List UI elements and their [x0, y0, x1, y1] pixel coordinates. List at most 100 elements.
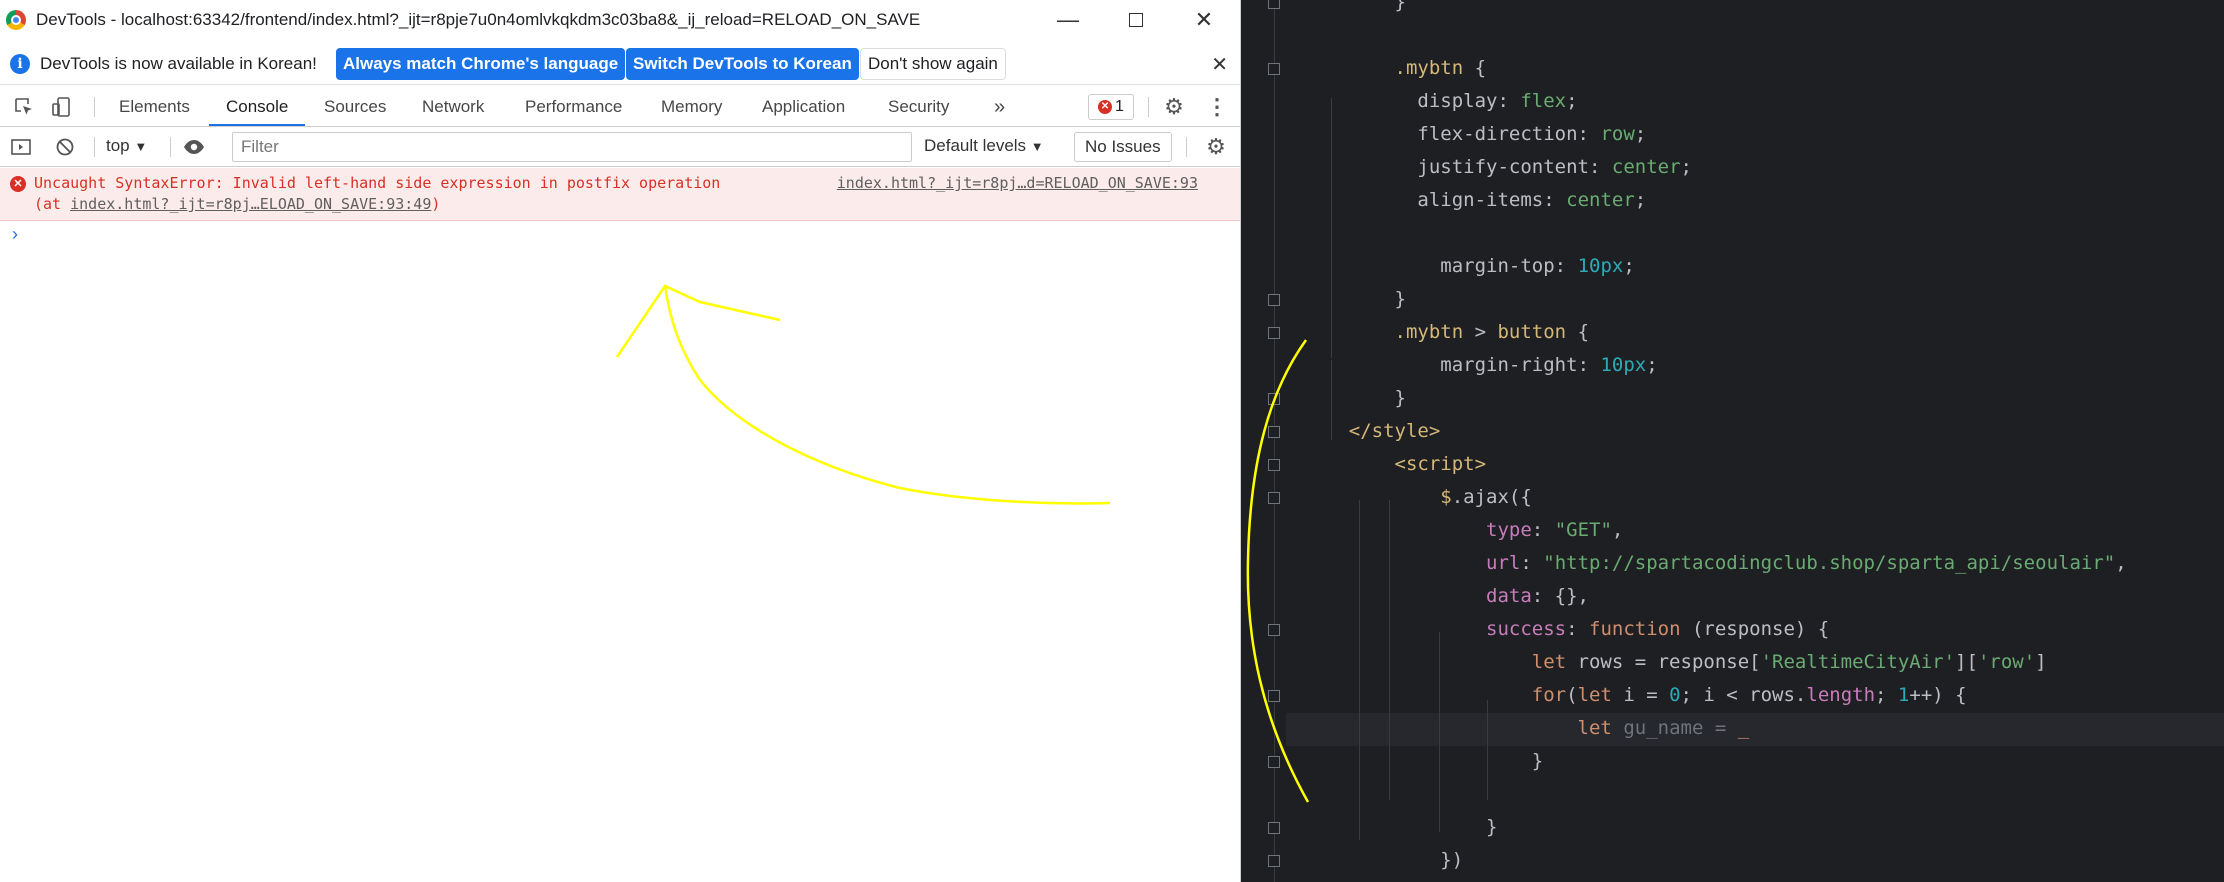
sidebar-toggle-icon[interactable] [10, 136, 32, 158]
code-token: type [1486, 519, 1532, 541]
code-token: flex-direction [1417, 123, 1578, 145]
code-line[interactable]: let rows = response['RealtimeCityAir']['… [1303, 646, 2047, 679]
fold-marker-icon[interactable] [1268, 624, 1280, 636]
fold-marker-icon[interactable] [1268, 63, 1280, 75]
context-value: top [106, 136, 130, 155]
tab-memory[interactable]: Memory [661, 88, 722, 126]
fold-marker-icon[interactable] [1268, 690, 1280, 702]
error-count-badge[interactable]: ✕ 1 [1088, 94, 1134, 120]
tab-sources[interactable]: Sources [324, 88, 386, 126]
tab-elements[interactable]: Elements [119, 88, 190, 126]
code-token: 0 [1669, 684, 1681, 706]
fold-marker-icon[interactable] [1268, 327, 1280, 339]
code-line[interactable]: .mybtn > button { [1303, 316, 1590, 349]
stack-prefix: (at [34, 195, 71, 213]
code-token: : [1531, 519, 1555, 541]
tab-security[interactable]: Security [888, 88, 949, 126]
code-line[interactable]: url: "http://spartacodingclub.shop/spart… [1303, 547, 2127, 580]
tab-console[interactable]: Console [209, 88, 306, 126]
language-infobar: i DevTools is now available in Korean! A… [0, 44, 1240, 85]
chrome-logo-icon [6, 10, 26, 30]
code-token: margin-right [1440, 354, 1578, 376]
console-prompt-chevron-icon[interactable]: › [12, 224, 18, 245]
code-token: ; [1875, 684, 1898, 706]
fold-marker-icon[interactable] [1268, 822, 1280, 834]
code-token: i = [1611, 684, 1670, 706]
code-line[interactable]: data: {}, [1303, 580, 1589, 613]
code-line[interactable]: $.ajax({ [1303, 481, 1532, 514]
code-line[interactable]: </style> [1303, 415, 1441, 448]
divider [1148, 97, 1149, 117]
title-bar: DevTools - localhost:63342/frontend/inde… [0, 0, 1240, 40]
live-expression-eye-icon[interactable] [183, 136, 205, 158]
code-line[interactable]: for(let i = 0; i < rows.length; 1++) { [1303, 679, 1967, 712]
dont-show-again-button[interactable]: Don't show again [860, 48, 1006, 80]
tab-network[interactable]: Network [422, 88, 484, 126]
filter-input[interactable]: Filter [232, 132, 912, 162]
fold-marker-icon[interactable] [1268, 492, 1280, 504]
code-token: ( [1566, 684, 1578, 706]
issues-button[interactable]: No Issues [1074, 132, 1172, 162]
code-token: }) [1440, 849, 1464, 871]
code-line[interactable]: <script> [1303, 448, 1487, 481]
fold-marker-icon[interactable] [1268, 426, 1280, 438]
code-line[interactable]: align-items: center; [1303, 184, 1646, 217]
minimize-button[interactable]: — [1036, 0, 1100, 40]
stack-link[interactable]: index.html?_ijt=r8pj…ELOAD_ON_SAVE:93:49 [70, 195, 431, 213]
close-button[interactable]: ✕ [1172, 0, 1236, 40]
code-line[interactable]: let gu_name = _ [1303, 712, 1750, 745]
code-token: .mybtn [1394, 321, 1464, 343]
more-options-icon[interactable]: ⋮ [1206, 96, 1228, 118]
always-match-language-button[interactable]: Always match Chrome's language [336, 48, 626, 80]
switch-to-korean-button[interactable]: Switch DevTools to Korean [626, 48, 859, 80]
tab-application[interactable]: Application [762, 88, 845, 126]
code-line[interactable]: display: flex; [1303, 85, 1577, 118]
device-toolbar-icon[interactable] [51, 96, 73, 118]
code-token: let [1577, 717, 1612, 739]
code-token: gu_name = [1611, 717, 1727, 739]
maximize-button[interactable] [1104, 0, 1168, 40]
code-line[interactable]: } [1303, 283, 1406, 316]
code-token: .mybtn [1394, 57, 1464, 79]
fold-marker-icon[interactable] [1268, 756, 1280, 768]
console-settings-gear-icon[interactable]: ⚙ [1205, 136, 1227, 158]
fold-marker-icon[interactable] [1268, 393, 1280, 405]
code-line[interactable]: .mybtn { [1303, 52, 1487, 85]
clear-console-icon[interactable] [54, 136, 76, 158]
code-line[interactable]: } [1303, 811, 1497, 844]
error-source-link[interactable]: index.html?_ijt=r8pj…d=RELOAD_ON_SAVE:93 [837, 174, 1198, 192]
error-icon: ✕ [10, 176, 26, 192]
indent-guide [1359, 500, 1360, 840]
infobar-close-icon[interactable]: ✕ [1211, 52, 1228, 77]
fold-marker-icon[interactable] [1268, 459, 1280, 471]
code-line[interactable]: flex-direction: row; [1303, 118, 1646, 151]
more-tabs-button[interactable]: » [994, 88, 1005, 126]
code-line[interactable]: } [1303, 745, 1543, 778]
code-line[interactable]: } [1303, 382, 1406, 415]
fold-marker-icon[interactable] [1268, 294, 1280, 306]
code-line[interactable]: margin-right: 10px; [1303, 349, 1657, 382]
fold-marker-icon[interactable] [1268, 0, 1280, 9]
context-selector[interactable]: top ▼ [106, 136, 147, 156]
inspect-element-icon[interactable] [13, 96, 35, 118]
code-line[interactable]: margin-top: 10px; [1303, 250, 1635, 283]
code-token: let [1531, 651, 1567, 673]
settings-gear-icon[interactable]: ⚙ [1163, 96, 1185, 118]
tab-performance[interactable]: Performance [525, 88, 622, 126]
code-line[interactable]: type: "GET", [1303, 514, 1623, 547]
code-editor[interactable]: } .mybtn { display: flex; flex-direction… [1241, 0, 2224, 882]
log-levels-dropdown[interactable]: Default levels ▼ [924, 136, 1044, 156]
fold-marker-icon[interactable] [1268, 855, 1280, 867]
code-line[interactable]: } [1303, 0, 1406, 19]
code-line[interactable]: justify-content: center; [1303, 151, 1692, 184]
code-token: align-items [1417, 189, 1544, 211]
code-line[interactable]: success: function (response) { [1303, 613, 1829, 646]
code-line[interactable]: }) [1303, 844, 1463, 877]
code-token: .ajax({ [1451, 486, 1532, 508]
